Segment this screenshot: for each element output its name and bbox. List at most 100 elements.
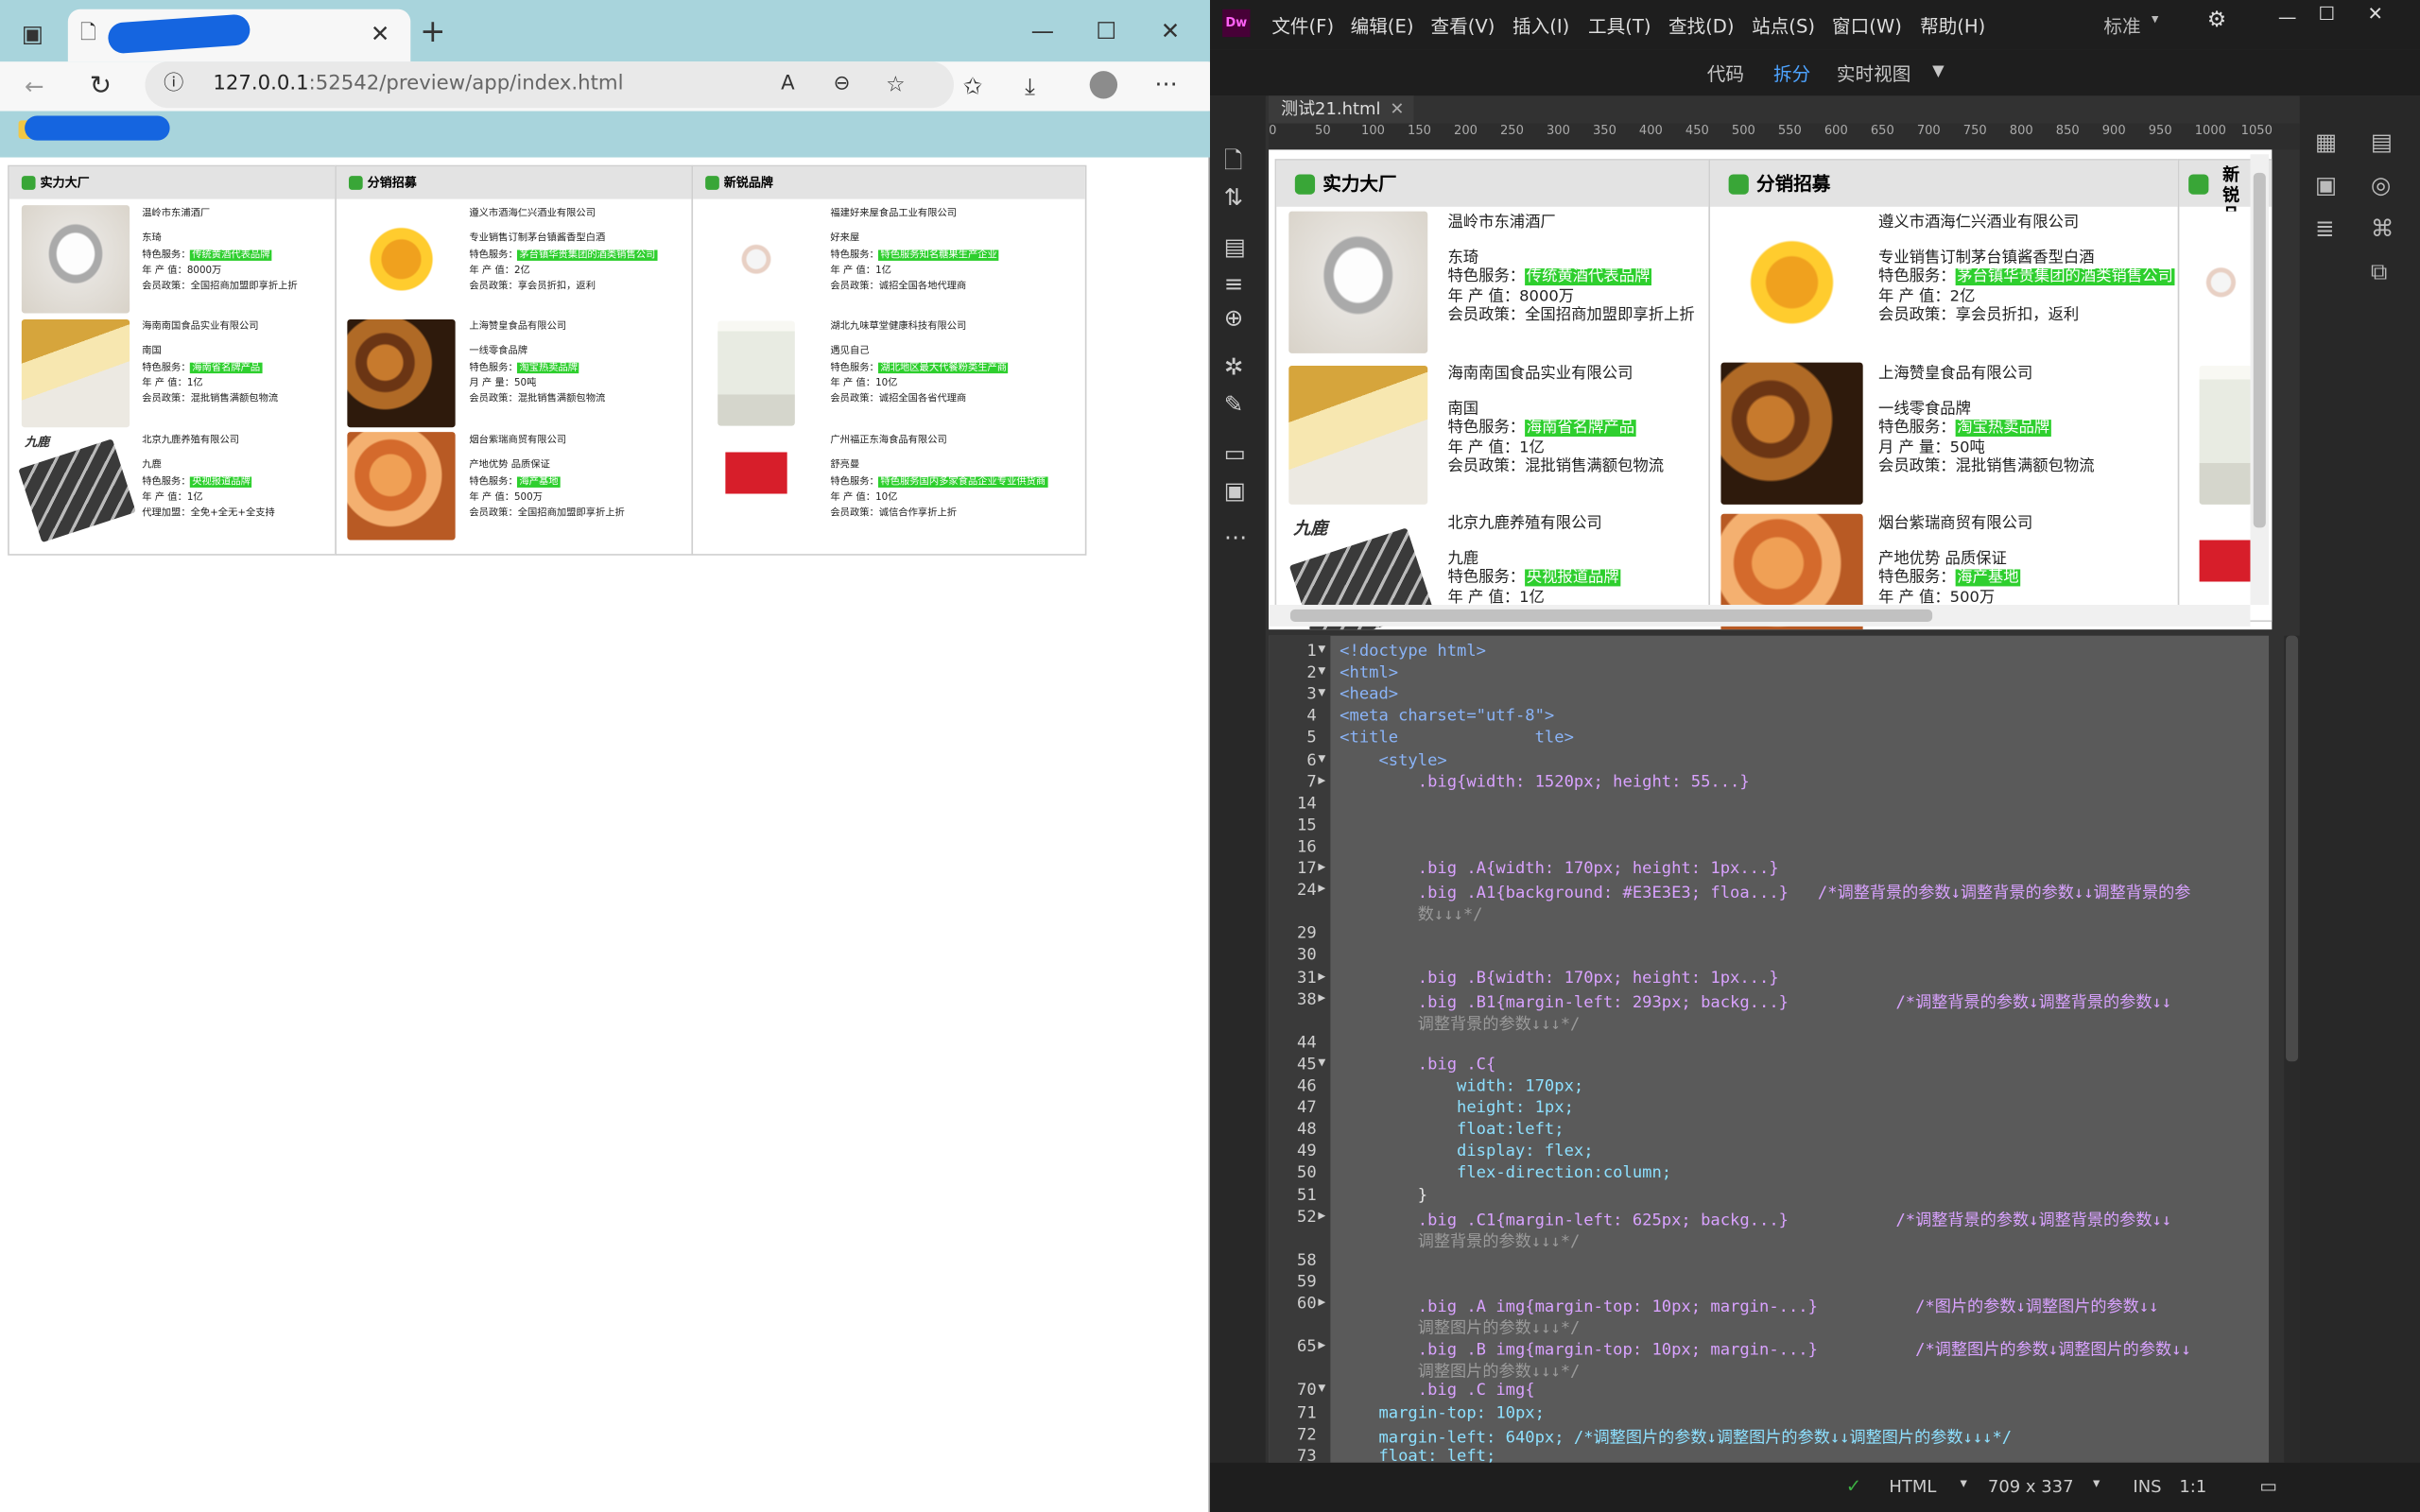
code-line[interactable]: .big .C{ <box>1340 1056 1496 1074</box>
zoom-out-icon[interactable]: ⊖ <box>834 69 851 100</box>
inspect-icon[interactable]: ▤ <box>1224 232 1246 263</box>
code-line[interactable]: <title tle> <box>1340 729 1574 747</box>
fold-toggle-icon[interactable]: ▼ <box>1318 642 1333 656</box>
address-bar[interactable]: ⓘ 127.0.0.1:52542/preview/app/index.html… <box>145 61 955 109</box>
company-name[interactable]: 上海赞皇食品有限公司 <box>469 319 605 335</box>
code-line[interactable]: 调整图片的参数↓↓↓*/ <box>1340 1316 1581 1339</box>
company-name[interactable]: 烟台紫瑞商贸有限公司 <box>469 434 624 450</box>
code-line[interactable]: .big .B{width: 170px; height: 1px...} <box>1340 969 1779 988</box>
read-aloud-icon[interactable]: A <box>781 69 795 100</box>
sort-icon[interactable]: ⇅ <box>1224 182 1244 214</box>
refresh-icon[interactable]: ↻ <box>90 71 112 102</box>
code-line[interactable]: width: 170px; <box>1340 1077 1583 1096</box>
product-image[interactable] <box>21 318 130 428</box>
company-name[interactable]: 北京九鹿养殖有限公司 <box>142 434 275 450</box>
fold-toggle-icon[interactable]: ▼ <box>1318 750 1333 765</box>
close-window-icon[interactable]: ✕ <box>2368 3 2383 25</box>
view-live-button[interactable]: 实时视图 <box>1837 60 1910 87</box>
fold-toggle-icon[interactable]: ▼ <box>1318 1056 1333 1070</box>
company-name[interactable]: 遵义市酒海仁兴酒业有限公司 <box>1878 215 2174 233</box>
code-line[interactable]: <!doctype html> <box>1340 642 1486 661</box>
fold-toggle-icon[interactable]: ▶ <box>1318 1338 1333 1352</box>
target-icon[interactable]: ⊕ <box>1224 302 1244 334</box>
product-image[interactable] <box>725 438 787 531</box>
close-tab-icon[interactable]: ✕ <box>1390 98 1404 118</box>
menu-insert[interactable]: 插入(I) <box>1512 12 1569 39</box>
css-designer-icon[interactable]: ⧉ <box>2371 256 2388 287</box>
code-line[interactable]: <style> <box>1340 750 1446 769</box>
code-line[interactable]: <meta charset="utf-8"> <box>1340 707 1554 726</box>
code-line[interactable]: display: flex; <box>1340 1143 1594 1161</box>
language-select[interactable]: HTML <box>1889 1476 1936 1496</box>
profile-avatar[interactable] <box>1089 71 1118 99</box>
document-tab[interactable]: 测试21.html ✕ <box>1269 95 1414 124</box>
vertical-scrollbar[interactable] <box>2250 154 2270 606</box>
tab-actions-icon[interactable]: ▣ <box>22 19 43 50</box>
files-icon[interactable]: ▦ <box>2315 127 2337 158</box>
dom-icon[interactable]: ⌘ <box>2371 213 2394 244</box>
chevron-down-icon[interactable]: ▾ <box>2152 12 2158 27</box>
menu-file[interactable]: 文件(F) <box>1271 12 1334 39</box>
maximize-icon[interactable]: ☐ <box>1096 15 1116 46</box>
chevron-down-icon[interactable]: ▾ <box>2093 1476 2100 1491</box>
downloads-icon[interactable]: ⤓ <box>1025 71 1035 102</box>
code-line[interactable]: height: 1px; <box>1340 1099 1574 1118</box>
product-image[interactable] <box>2199 365 2253 505</box>
magic-wand-icon[interactable]: ✲ <box>1224 352 1244 383</box>
product-image[interactable] <box>1288 365 1428 505</box>
code-line[interactable]: 调整图片的参数↓↓↓*/ <box>1340 1360 1581 1383</box>
workspace-switcher[interactable]: 标准 <box>2103 12 2140 39</box>
chevron-down-icon[interactable]: ▾ <box>1961 1476 1967 1491</box>
fold-toggle-icon[interactable]: ▶ <box>1318 772 1333 786</box>
product-image[interactable] <box>717 320 795 426</box>
fold-toggle-icon[interactable]: ▶ <box>1318 1295 1333 1309</box>
close-window-icon[interactable]: ✕ <box>1161 15 1181 46</box>
fold-toggle-icon[interactable]: ▶ <box>1318 859 1333 873</box>
new-file-icon[interactable]: 🗋 <box>1224 145 1243 176</box>
code-line[interactable]: .big .C1{margin-left: 625px; backg...} /… <box>1340 1208 2171 1230</box>
fold-toggle-icon[interactable]: ▼ <box>1318 663 1333 678</box>
company-name[interactable]: 烟台紫瑞商贸有限公司 <box>1878 515 2032 534</box>
code-line[interactable]: 数↓↓↓*/ <box>1340 902 1483 925</box>
menu-edit[interactable]: 编辑(E) <box>1351 12 1414 39</box>
product-image[interactable] <box>21 205 130 314</box>
menu-site[interactable]: 站点(S) <box>1752 12 1815 39</box>
comment-icon[interactable]: ▭ <box>1224 438 1246 470</box>
fold-toggle-icon[interactable]: ▶ <box>1318 990 1333 1005</box>
code-line[interactable]: <html> <box>1340 663 1398 682</box>
code-line[interactable]: 调整背景的参数↓↓↓*/ <box>1340 1012 1581 1035</box>
product-image[interactable] <box>701 205 811 314</box>
close-tab-icon[interactable]: ✕ <box>371 19 390 50</box>
company-name[interactable]: 湖北九味草堂健康科技有限公司 <box>830 319 1008 335</box>
minimize-icon[interactable]: — <box>2278 7 2297 28</box>
product-image[interactable] <box>347 318 456 428</box>
product-image[interactable] <box>347 205 456 314</box>
brush-icon[interactable]: ✎ <box>1224 388 1244 420</box>
company-name[interactable]: 遵义市酒海仁兴酒业有限公司 <box>469 207 657 223</box>
product-image[interactable] <box>1720 362 1863 505</box>
assets-icon[interactable]: ▤ <box>2371 127 2393 158</box>
live-view-pane[interactable]: 实力大厂 分销招募 新锐品牌 九鹿 温岭市东浦酒厂东琦特色服务：传统黄酒代表品牌… <box>1269 149 2273 630</box>
more-icon[interactable]: ⋯ <box>1224 522 1247 553</box>
view-split-button[interactable]: 拆分 <box>1773 60 1810 87</box>
view-code-button[interactable]: 代码 <box>1707 60 1744 87</box>
back-icon[interactable]: ← <box>25 71 44 102</box>
product-image[interactable] <box>347 432 456 541</box>
scroll-thumb[interactable] <box>2286 635 2299 1062</box>
menu-window[interactable]: 窗口(W) <box>1832 12 1902 39</box>
indent-icon[interactable]: ≡ <box>1224 268 1244 300</box>
fold-toggle-icon[interactable]: ▼ <box>1318 1382 1333 1396</box>
window-size-select[interactable]: 709 x 337 <box>1988 1476 2074 1496</box>
more-menu-icon[interactable]: ⋯ <box>1154 68 1177 99</box>
company-name[interactable]: 广州福正东海食品有限公司 <box>830 434 1046 450</box>
format-icon[interactable]: ▣ <box>1224 475 1246 507</box>
snippets-icon[interactable]: ≣ <box>2315 213 2335 244</box>
scroll-thumb[interactable] <box>2253 172 2266 528</box>
code-line[interactable]: .big .A1{background: #E3E3E3; floa...} /… <box>1340 881 2191 903</box>
gear-icon[interactable]: ⚙ <box>2207 8 2227 32</box>
code-line[interactable]: } <box>1340 1186 1427 1205</box>
menu-tools[interactable]: 工具(T) <box>1588 12 1651 39</box>
chevron-down-icon[interactable]: ▼ <box>1932 63 1945 80</box>
redacted-bookmark[interactable] <box>25 115 170 141</box>
menu-help[interactable]: 帮助(H) <box>1920 12 1985 39</box>
